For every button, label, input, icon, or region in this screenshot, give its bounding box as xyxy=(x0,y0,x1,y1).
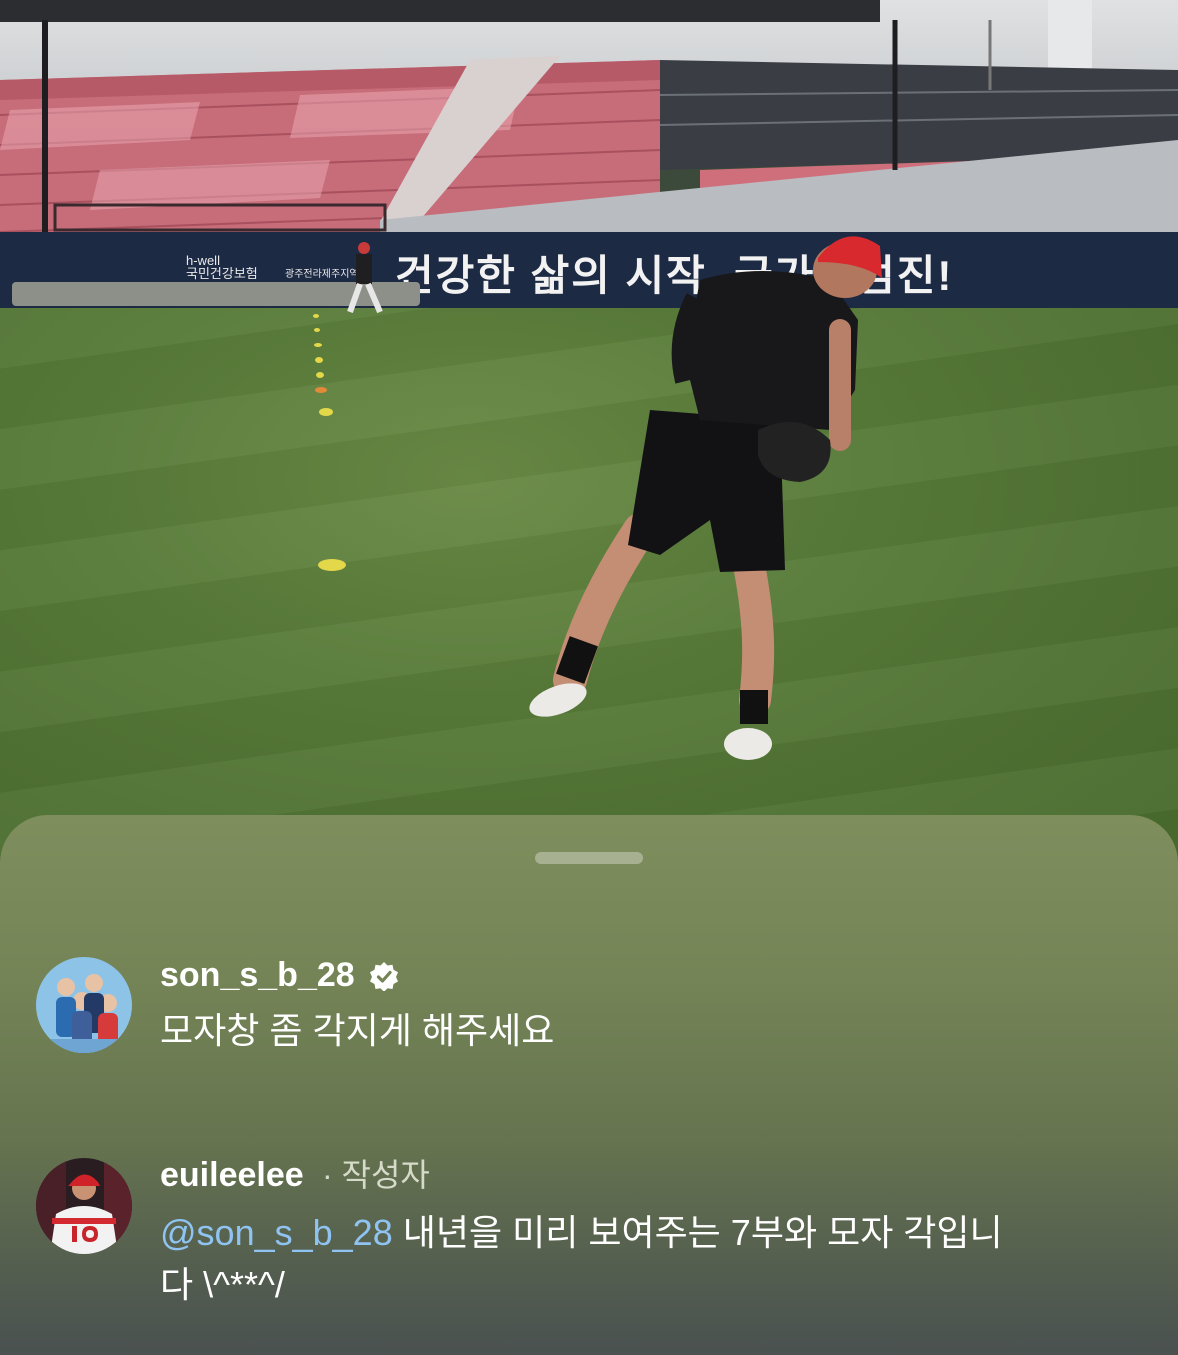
comments-sheet: son_s_b_28 모자창 좀 각지게 해주세요 euileelee · 작성… xyxy=(0,815,1178,1355)
comment-username[interactable]: son_s_b_28 xyxy=(160,955,355,995)
distant-player xyxy=(347,242,383,314)
comment-text-line1: 내년을 미리 보여주는 7부와 모자 각입니 xyxy=(392,1212,1003,1253)
author-tag: · 작성자 xyxy=(322,1157,430,1193)
sheet-grabber[interactable] xyxy=(535,852,643,864)
main-player xyxy=(529,236,882,760)
baseball-player-avatar xyxy=(36,1158,132,1254)
comment-text-line2: 다 \^**^/ xyxy=(160,1264,285,1305)
avatar[interactable] xyxy=(36,957,132,1053)
players-and-cones xyxy=(313,236,882,760)
comment-username[interactable]: euileelee xyxy=(160,1155,304,1195)
avatar[interactable] xyxy=(36,1158,132,1254)
video-background: h-well 국민건강보험 광주전라제주지역 건강한 삶의 시작, 국가암검진! xyxy=(0,0,1178,860)
verified-badge-icon xyxy=(370,962,398,991)
comment-text: @son_s_b_28 내년을 미리 보여주는 7부와 모자 각입니 다 \^*… xyxy=(160,1207,1140,1311)
comment-text: 모자창 좀 각지게 해주세요 xyxy=(160,1010,555,1051)
training-cones xyxy=(313,314,346,571)
group-illustration-avatar xyxy=(36,957,132,1053)
mention-link[interactable]: @son_s_b_28 xyxy=(160,1212,393,1253)
